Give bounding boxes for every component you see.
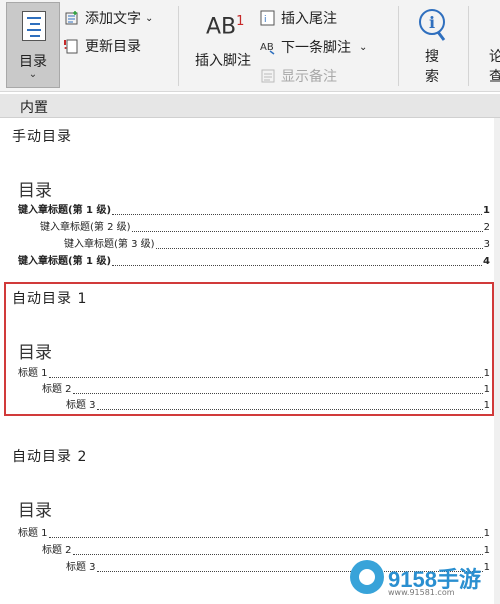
dot-leader — [131, 231, 483, 232]
toc-entry-text: 标题 2 — [42, 545, 72, 557]
gallery-scrollbar[interactable] — [494, 118, 500, 604]
dot-leader — [48, 537, 483, 538]
dot-leader — [112, 265, 483, 266]
toc-icon — [22, 11, 46, 41]
toc-entry-text: 标题 3 — [66, 400, 96, 412]
site-watermark: 9158手游 www.91581.com — [350, 558, 500, 604]
auto-toc-1-title: 自动目录 1 — [12, 291, 88, 307]
search-button-line1[interactable]: 搜 — [420, 46, 444, 66]
toc-entry-page: 1 — [483, 400, 490, 411]
toc-entry-text: 标题 1 — [18, 528, 48, 540]
svg-text:i: i — [429, 13, 435, 32]
toc-entry-text: 键入章标题(第 1 级) — [18, 256, 112, 268]
update-toc-button[interactable]: 更新目录 — [64, 36, 141, 56]
toc-entry-page: 1 — [483, 528, 490, 539]
toc-entry[interactable]: 标题 3 1 — [66, 400, 490, 412]
toc-entry[interactable]: 标题 2 1 — [42, 545, 490, 557]
toc-entry[interactable]: 键入章标题(第 1 级) 4 — [18, 256, 490, 268]
gallery-header-label: 内置 — [20, 100, 48, 116]
auto-toc-2-title: 自动目录 2 — [12, 449, 88, 465]
svg-text:AB: AB — [260, 42, 274, 53]
chevron-down-icon: ⌄ — [145, 12, 154, 24]
toc-entry-page: 1 — [483, 368, 490, 379]
dot-leader — [112, 214, 483, 215]
footnote-superscript: 1 — [236, 14, 245, 29]
auto-toc-2-heading: 目录 — [18, 501, 52, 521]
ribbon-toolbar: 目录 ⌄ 添加文字 ⌄ 更新目录 AB1 插入脚注 i 插入尾注 AB 下一条脚… — [0, 0, 500, 92]
insert-endnote-icon: i — [260, 10, 276, 26]
partial-button-line1[interactable]: 论 — [486, 46, 500, 66]
search-icon[interactable]: i — [414, 6, 450, 42]
ribbon-separator — [468, 6, 469, 86]
gallery-header: 内置 — [0, 94, 500, 118]
next-footnote-button[interactable]: AB 下一条脚注 ⌄ — [260, 37, 367, 57]
chevron-down-icon: ⌄ — [28, 69, 38, 80]
show-notes-icon — [260, 68, 276, 84]
watermark-logo-icon — [350, 560, 384, 594]
insert-endnote-button[interactable]: i 插入尾注 — [260, 8, 337, 28]
show-notes-button[interactable]: 显示备注 — [260, 66, 337, 86]
dot-leader — [48, 377, 483, 378]
ribbon-separator — [398, 6, 399, 86]
next-footnote-label: 下一条脚注 — [281, 40, 351, 56]
dot-leader — [155, 248, 483, 249]
toc-entry[interactable]: 标题 1 1 — [18, 528, 490, 540]
add-text-icon — [64, 10, 80, 26]
insert-footnote-icon: AB1 — [206, 14, 244, 39]
toc-entry-page: 1 — [483, 545, 490, 556]
insert-endnote-label: 插入尾注 — [281, 11, 337, 27]
show-notes-label: 显示备注 — [281, 69, 337, 85]
svg-text:i: i — [264, 15, 267, 25]
auto-toc-1-heading: 目录 — [18, 343, 52, 363]
next-footnote-icon: AB — [260, 39, 276, 55]
toc-entry-page: 3 — [483, 239, 490, 250]
toc-entry-text: 标题 3 — [66, 562, 96, 574]
toc-entry-page: 2 — [483, 222, 490, 233]
toc-entry[interactable]: 键入章标题(第 1 级) 1 — [18, 205, 490, 217]
toc-entry-text: 键入章标题(第 2 级) — [40, 222, 131, 234]
dot-leader — [96, 409, 483, 410]
ribbon-separator — [178, 6, 179, 86]
dot-leader — [72, 554, 483, 555]
footnote-ab-text: AB — [206, 14, 237, 40]
update-toc-label: 更新目录 — [85, 39, 141, 55]
add-text-button[interactable]: 添加文字 ⌄ — [64, 8, 153, 28]
insert-footnote-button[interactable]: 插入脚注 — [190, 50, 256, 70]
search-button-line2[interactable]: 索 — [420, 66, 444, 86]
toc-entry[interactable]: 键入章标题(第 3 级) 3 — [64, 239, 490, 251]
chevron-down-icon: ⌄ — [359, 41, 368, 53]
toc-entry[interactable]: 标题 1 1 — [18, 368, 490, 380]
update-toc-icon — [64, 38, 80, 54]
watermark-url: www.91581.com — [388, 588, 455, 597]
add-text-label: 添加文字 — [85, 11, 141, 27]
toc-button-label: 目录 — [19, 54, 47, 70]
toc-entry-text: 标题 2 — [42, 384, 72, 396]
toc-entry-text: 键入章标题(第 3 级) — [64, 239, 155, 251]
manual-toc-heading: 目录 — [18, 181, 52, 201]
toc-entry[interactable]: 键入章标题(第 2 级) 2 — [40, 222, 490, 234]
partial-button-line2[interactable]: 查 — [486, 66, 500, 86]
toc-entry-page: 1 — [483, 384, 490, 395]
dot-leader — [72, 393, 483, 394]
manual-toc-title: 手动目录 — [12, 129, 72, 145]
toc-entry-page: 1 — [483, 205, 490, 216]
toc-entry-text: 标题 1 — [18, 368, 48, 380]
toc-entry-page: 4 — [483, 256, 490, 267]
toc-entry[interactable]: 标题 2 1 — [42, 384, 490, 396]
toc-entry-text: 键入章标题(第 1 级) — [18, 205, 112, 217]
toc-button[interactable]: 目录 ⌄ — [6, 2, 60, 88]
